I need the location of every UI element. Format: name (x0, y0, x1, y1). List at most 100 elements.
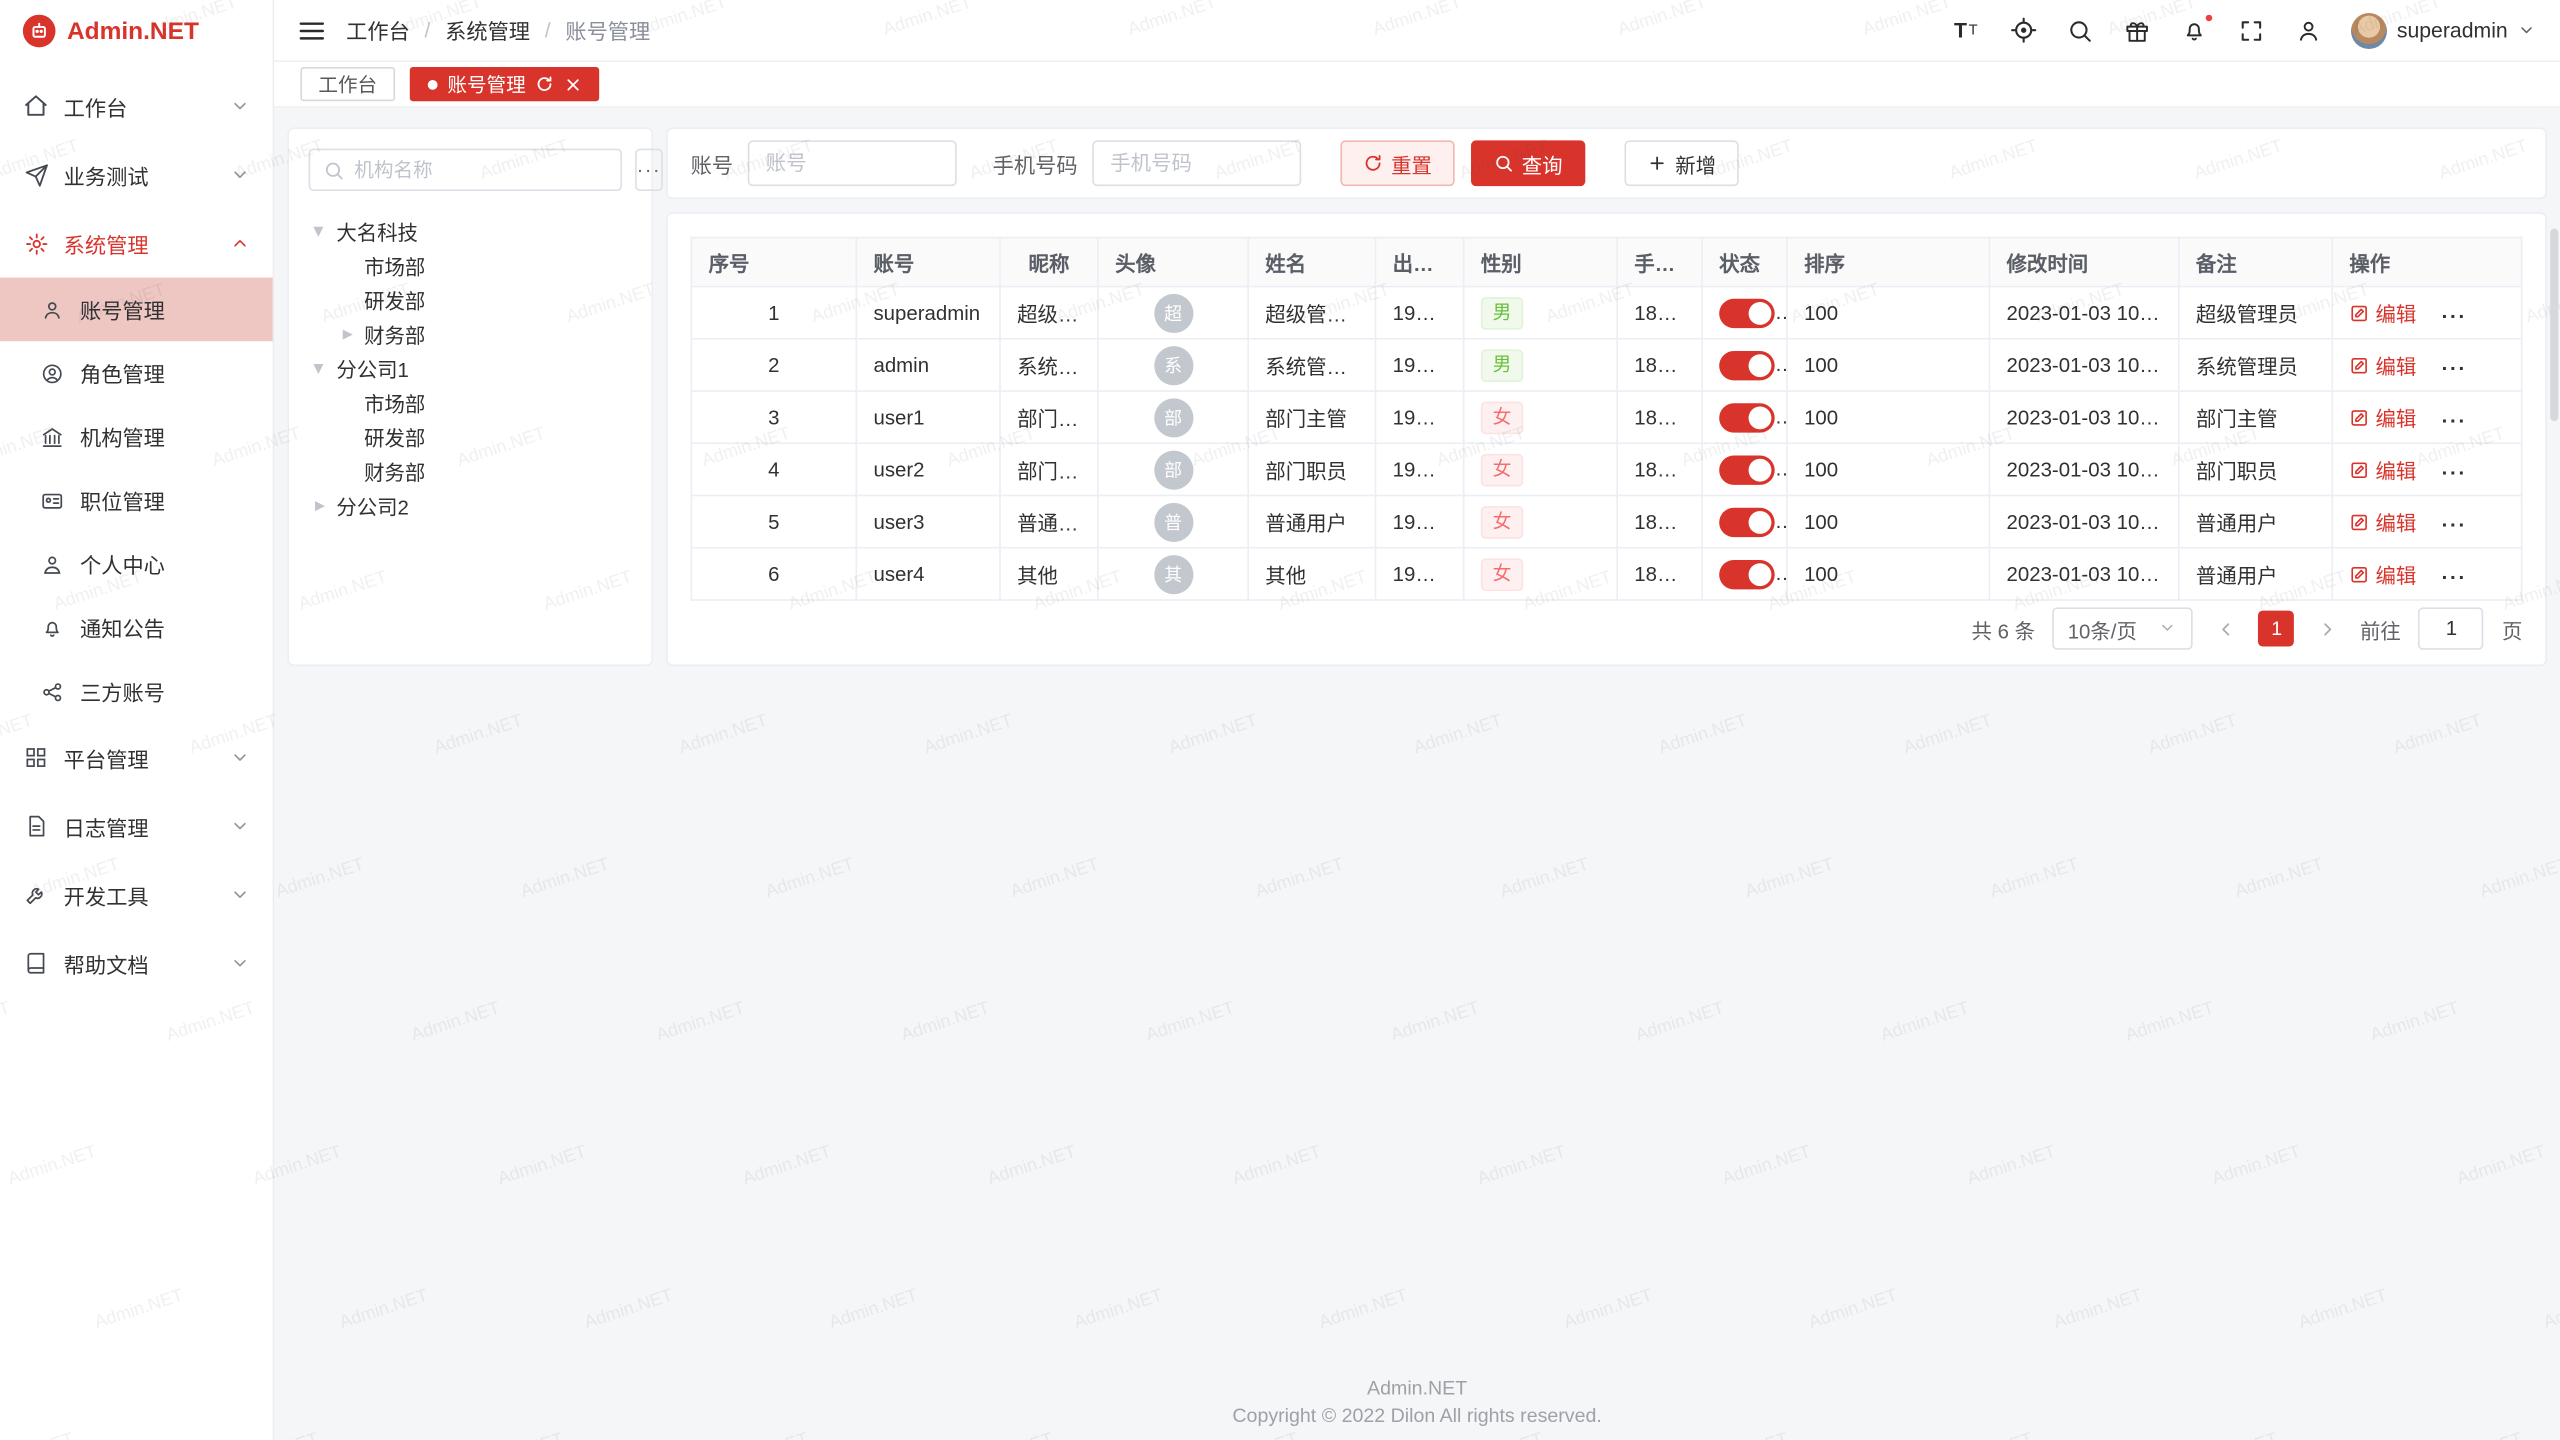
sidebar-item-business-test[interactable]: 业务测试 (0, 140, 273, 209)
cell-nickname: 超级管理员 (1000, 287, 1098, 339)
topbar-actions: superadmin (1951, 12, 2537, 48)
sidebar-item-position-mgmt[interactable]: 职位管理 (0, 469, 273, 533)
font-size-icon[interactable] (1951, 16, 1980, 45)
user-menu[interactable]: superadmin (2351, 12, 2537, 48)
sidebar-item-role-mgmt[interactable]: 角色管理 (0, 341, 273, 405)
page-size-select[interactable]: 10条/页 (2053, 607, 2193, 649)
cell-modified: 2023-01-03 10:59:44 (1989, 287, 2178, 339)
sidebar-item-third-party-account[interactable]: 三方账号 (0, 660, 273, 724)
close-icon[interactable] (563, 75, 581, 93)
tab-workbench[interactable]: 工作台 (300, 67, 395, 101)
column-header: 姓名 (1248, 238, 1375, 287)
tree-caret-icon[interactable] (340, 324, 356, 344)
tree-caret-icon[interactable] (310, 223, 330, 239)
fullscreen-icon[interactable] (2237, 16, 2266, 45)
org-tree-panel: ··· 大名科技 市场部 (287, 127, 653, 666)
status-toggle[interactable] (1719, 507, 1775, 536)
row-avatar: 普 (1153, 502, 1192, 541)
status-toggle[interactable] (1719, 455, 1775, 484)
current-page-button[interactable]: 1 (2259, 611, 2295, 647)
tree-node[interactable]: 研发部 (309, 282, 632, 316)
sidebar-item-personal-center[interactable]: 个人中心 (0, 532, 273, 596)
status-toggle[interactable] (1719, 402, 1775, 431)
sidebar-item-help-docs[interactable]: 帮助文档 (0, 929, 273, 998)
tree-node[interactable]: 财务部 (309, 454, 632, 488)
edit-button[interactable]: 编辑 (2349, 297, 2416, 328)
cell-actions: 编辑 ··· (2332, 391, 2521, 443)
cell-account: superadmin (856, 287, 1000, 339)
notification-badge-dot (2204, 12, 2214, 22)
breadcrumb-item[interactable]: 系统管理 (445, 15, 530, 46)
tree-node[interactable]: 大名科技 (309, 214, 632, 248)
status-toggle[interactable] (1719, 298, 1775, 327)
goto-page-input[interactable] (2419, 607, 2484, 649)
next-page-button[interactable] (2313, 611, 2342, 647)
hamburger-menu-icon[interactable] (297, 16, 326, 45)
cell-phone: 18020030720 (1617, 548, 1702, 600)
row-more-button[interactable]: ··· (2442, 566, 2467, 589)
row-more-button[interactable]: ··· (2442, 513, 2467, 536)
sidebar-item-org-mgmt[interactable]: 机构管理 (0, 405, 273, 469)
search-button[interactable]: 查询 (1471, 140, 1585, 186)
gift-icon[interactable] (2123, 16, 2152, 45)
footer-copyright: Copyright © 2022 Dilon All rights reserv… (274, 1402, 2560, 1430)
user-icon[interactable] (2294, 16, 2323, 45)
sidebar-item-system[interactable]: 系统管理 (0, 209, 273, 278)
gender-badge: 女 (1481, 558, 1523, 591)
account-filter-input[interactable] (748, 140, 957, 186)
sidebar-item-label: 职位管理 (80, 485, 250, 516)
status-toggle[interactable] (1719, 559, 1775, 588)
tree-node[interactable]: 市场部 (309, 385, 632, 419)
edit-button[interactable]: 编辑 (2349, 349, 2416, 380)
prev-page-button[interactable] (2211, 611, 2240, 647)
scrollbar[interactable] (2550, 229, 2558, 422)
edit-button[interactable]: 编辑 (2349, 454, 2416, 485)
tree-caret-icon[interactable] (312, 496, 328, 516)
sidebar-item-workbench[interactable]: 工作台 (0, 72, 273, 141)
row-more-button[interactable]: ··· (2442, 461, 2467, 484)
tree-node[interactable]: 市场部 (309, 248, 632, 282)
cell-phone: 18020030720 (1617, 443, 1702, 495)
refresh-icon[interactable] (536, 75, 554, 93)
sidebar-item-dev-tools[interactable]: 开发工具 (0, 860, 273, 929)
org-more-button[interactable]: ··· (635, 149, 663, 191)
cell-status (1702, 391, 1787, 443)
phone-filter-input[interactable] (1092, 140, 1301, 186)
cell-gender: 女 (1464, 391, 1617, 443)
edit-button[interactable]: 编辑 (2349, 402, 2416, 433)
row-more-button[interactable]: ··· (2442, 304, 2467, 327)
edit-button[interactable]: 编辑 (2349, 558, 2416, 589)
sidebar-menu: 工作台 业务测试 系统管理 账号管理 角色管理 (0, 62, 273, 998)
cell-nickname: 部门职员 (1000, 443, 1098, 495)
org-search-input[interactable] (354, 158, 607, 181)
tree-node[interactable]: 财务部 (309, 317, 632, 351)
reset-button[interactable]: 重置 (1340, 140, 1454, 186)
tab-account-mgmt[interactable]: 账号管理 (410, 67, 599, 101)
sidebar-item-logs[interactable]: 日志管理 (0, 792, 273, 861)
sidebar-item-notice[interactable]: 通知公告 (0, 596, 273, 660)
cell-no: 1 (691, 287, 856, 339)
tree-node[interactable]: 分公司2 (309, 488, 632, 522)
search-icon[interactable] (2065, 16, 2094, 45)
tree-node[interactable]: 研发部 (309, 420, 632, 454)
org-tree: 大名科技 市场部 研发部 (309, 214, 632, 523)
sidebar-item-account-mgmt[interactable]: 账号管理 (0, 278, 273, 342)
notification-bell-icon[interactable] (2180, 16, 2209, 45)
chevron-down-icon (2159, 619, 2179, 639)
cell-gender: 男 (1464, 339, 1617, 391)
cell-no: 3 (691, 391, 856, 443)
cell-order: 100 (1787, 339, 1989, 391)
tree-caret-icon[interactable] (310, 360, 330, 376)
sidebar-item-platform[interactable]: 平台管理 (0, 723, 273, 792)
edit-button[interactable]: 编辑 (2349, 506, 2416, 537)
status-toggle[interactable] (1719, 350, 1775, 379)
goto-label: 前往 (2360, 613, 2401, 644)
tab-label: 账号管理 (447, 70, 525, 98)
row-more-button[interactable]: ··· (2442, 409, 2467, 432)
row-more-button[interactable]: ··· (2442, 357, 2467, 380)
add-button[interactable]: 新增 (1625, 140, 1739, 186)
breadcrumb-item[interactable]: 工作台 (346, 15, 410, 46)
locate-icon[interactable] (2008, 16, 2037, 45)
wrench-icon (23, 882, 49, 908)
tree-node[interactable]: 分公司1 (309, 351, 632, 385)
